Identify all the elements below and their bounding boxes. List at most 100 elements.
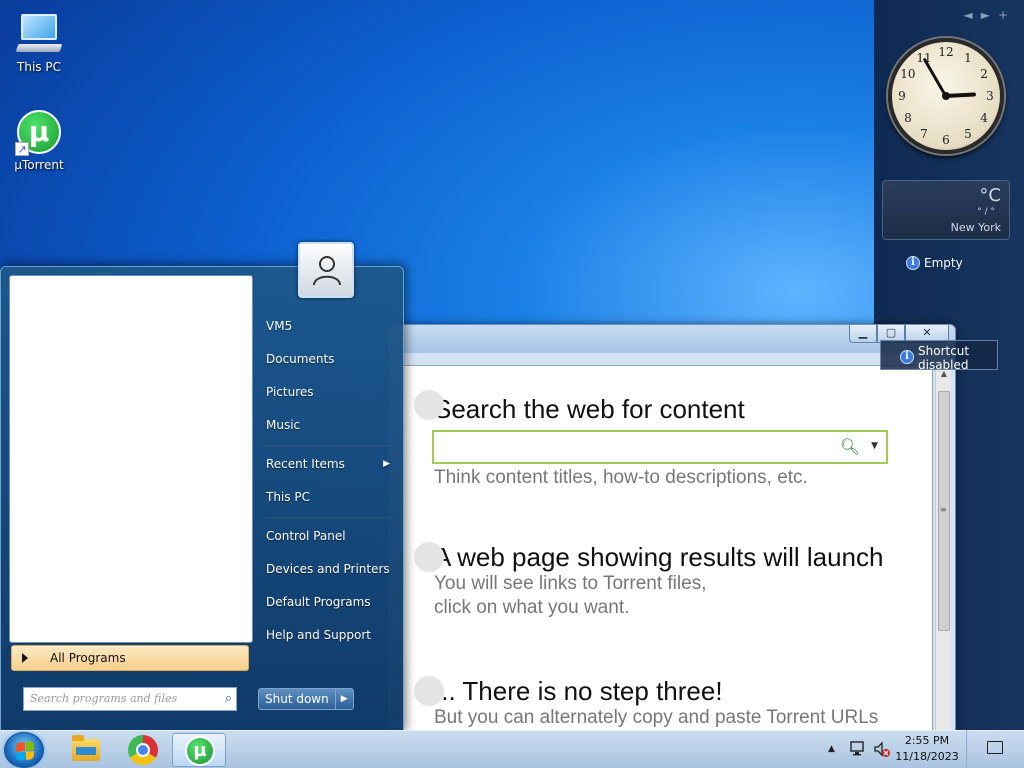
step-description: Think content titles, how-to description… — [434, 467, 808, 488]
weather-temperature-unit: °C — [979, 185, 1001, 206]
minute-hand — [922, 57, 948, 97]
notification-icon — [987, 741, 1003, 754]
start-menu-separator — [262, 445, 390, 446]
weather-city: New York — [950, 221, 1001, 234]
web-search-input[interactable]: 🔍︎ ▼ — [432, 430, 888, 464]
start-item-label: Devices and Printers — [266, 562, 390, 576]
start-menu-separator — [262, 517, 390, 518]
start-item-label: VM5 — [266, 319, 293, 333]
gadget-empty-note: i Empty — [906, 256, 963, 270]
start-item-label: Pictures — [266, 385, 314, 399]
utorrent-search-window[interactable]: ▁ ▢ ✕ Search the web for content 🔍︎ ▼ Th… — [388, 324, 956, 732]
shutdown-button[interactable]: Shut down — [258, 688, 336, 710]
clock-numeral: 9 — [898, 89, 906, 103]
desktop-icon-label: This PC — [17, 60, 61, 74]
start-item-vm5[interactable]: VM5 — [262, 312, 392, 340]
start-item-documents[interactable]: Documents — [262, 345, 392, 373]
clock-numeral: 10 — [900, 67, 916, 81]
user-avatar[interactable] — [298, 242, 354, 298]
start-item-pictures[interactable]: Pictures — [262, 378, 392, 406]
start-item-control-panel[interactable]: Control Panel — [262, 522, 392, 550]
step-bubble — [414, 390, 444, 420]
window-titlebar[interactable]: ▁ ▢ ✕ — [389, 325, 955, 353]
sidebar-prev-button[interactable]: ◄ — [963, 8, 980, 22]
shutdown-options-button[interactable]: ▶ — [335, 688, 354, 710]
show-hidden-icons-button[interactable]: ▲ — [828, 744, 835, 754]
all-programs-label: All Programs — [50, 651, 126, 665]
step-1: Search the web for content — [414, 390, 745, 424]
info-icon: i — [906, 256, 920, 270]
vertical-scrollbar[interactable]: ▲ ≡ — [935, 365, 951, 731]
start-search-input[interactable]: Search programs and files ⌕ — [23, 687, 237, 711]
network-icon[interactable] — [850, 740, 868, 758]
clock-center — [942, 92, 950, 100]
volume-muted-icon[interactable] — [873, 740, 891, 758]
search-icon[interactable]: 🔍︎ — [840, 437, 860, 456]
sidebar-next-button[interactable]: ► — [981, 8, 998, 22]
folder-icon — [72, 735, 100, 761]
start-item-label: Help and Support — [266, 628, 371, 642]
start-item-this-pc[interactable]: This PC — [262, 483, 392, 511]
desktop-icon-label: µTorrent — [14, 158, 64, 172]
window-content: Search the web for content 🔍︎ ▼ Think co… — [397, 365, 933, 731]
weather-range: ° / ° — [977, 207, 995, 217]
utorrent-icon: µ ↗ — [15, 108, 63, 156]
shutdown-group: Shut down ▶ — [258, 688, 354, 710]
step-title: A web page showing results will launch — [434, 542, 884, 572]
minimize-button[interactable]: ▁ — [849, 325, 877, 343]
chrome-icon — [128, 735, 158, 765]
start-item-music[interactable]: Music — [262, 411, 392, 439]
start-item-label: Recent Items — [266, 457, 345, 471]
start-button[interactable] — [4, 732, 44, 768]
sidebar-controls: ◄►+ — [963, 8, 1016, 22]
clock-numeral: 5 — [964, 127, 972, 142]
windows-logo-icon — [16, 741, 34, 761]
start-item-label: Music — [266, 418, 301, 432]
desktop-icon-this-pc[interactable]: This PC — [4, 10, 74, 74]
gadget-shortcut-note: i Shortcut disabled — [900, 344, 996, 372]
hour-hand — [945, 92, 977, 98]
weather-gadget[interactable]: °C ° / ° New York — [882, 180, 1010, 240]
clock-gadget[interactable]: 111098765432112 — [888, 38, 1004, 154]
start-search-placeholder: Search programs and files — [30, 692, 178, 705]
info-icon: i — [900, 350, 914, 364]
taskbar-utorrent[interactable]: µ — [172, 733, 226, 767]
start-item-recent-items[interactable]: Recent Items ▶ — [262, 450, 392, 478]
clock-numeral: 2 — [980, 67, 988, 81]
start-item-default-programs[interactable]: Default Programs — [262, 588, 392, 616]
sidebar-add-button[interactable]: + — [998, 8, 1016, 22]
clock-numeral: 6 — [942, 133, 950, 147]
step-description: click on what you want. — [434, 597, 630, 618]
programs-list[interactable] — [9, 275, 253, 643]
clock-numeral: 4 — [980, 111, 988, 125]
chevron-down-icon[interactable]: ▼ — [871, 441, 878, 451]
taskbar-clock[interactable]: 2:55 PM 11/18/2023 — [894, 733, 960, 765]
taskbar-chrome[interactable] — [115, 733, 169, 767]
step-bubble — [414, 542, 444, 572]
start-item-devices-and-printers[interactable]: Devices and Printers — [262, 555, 392, 583]
computer-icon — [15, 10, 63, 58]
step-bubble — [414, 676, 444, 706]
step-title: Search the web for content — [434, 394, 745, 424]
start-item-help-and-support[interactable]: Help and Support — [262, 621, 392, 649]
utorrent-icon: µ — [185, 736, 215, 766]
step-3: ... There is no step three! But you can … — [414, 676, 879, 730]
step-1-text: Think content titles, how-to description… — [434, 466, 808, 490]
desktop-icon-utorrent[interactable]: µ ↗ µTorrent — [4, 108, 74, 172]
clock-numeral: 12 — [938, 45, 954, 59]
clock-numeral: 7 — [920, 127, 928, 142]
clock-numeral: 8 — [904, 111, 912, 125]
all-programs-button[interactable]: All Programs — [11, 645, 249, 671]
taskbar-file-explorer[interactable] — [58, 733, 112, 767]
clock-numeral: 1 — [964, 50, 972, 65]
step-2: A web page showing results will launch Y… — [414, 542, 884, 620]
action-center-button[interactable] — [966, 730, 1024, 768]
triangle-right-icon — [22, 653, 28, 663]
scrollbar-grip: ≡ — [940, 505, 947, 514]
search-icon: ⌕ — [224, 691, 232, 706]
gadget-shortcut-text: Shortcut disabled — [918, 344, 970, 372]
start-item-label: This PC — [266, 490, 310, 504]
step-description: But you can alternately copy and paste T… — [434, 707, 879, 728]
taskbar-date: 11/18/2023 — [895, 750, 959, 763]
clock-numeral: 3 — [986, 89, 994, 103]
